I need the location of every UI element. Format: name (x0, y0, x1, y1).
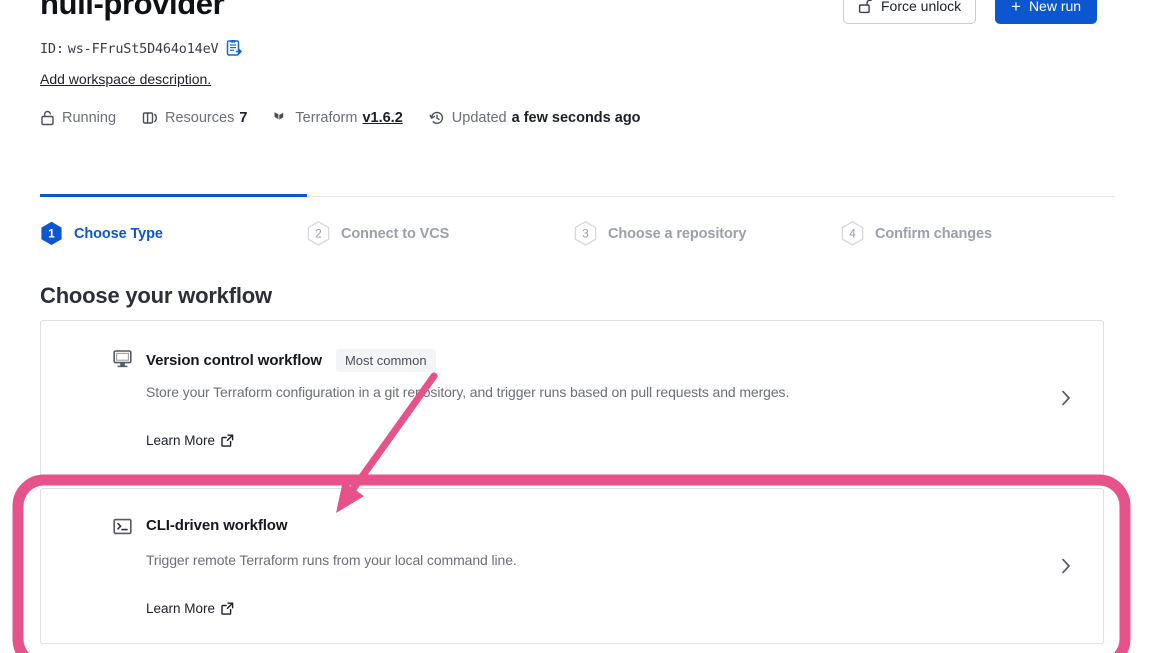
section-heading: Choose your workflow (40, 283, 272, 308)
force-unlock-button[interactable]: Force unlock (843, 0, 977, 24)
updated-value: a few seconds ago (511, 110, 641, 126)
external-link-icon (221, 434, 234, 447)
card-title: CLI-driven workflow (146, 517, 288, 534)
copy-icon[interactable] (226, 40, 243, 57)
resources-item: Resources 7 (142, 110, 247, 126)
resources-label: Resources (165, 110, 235, 126)
learn-more-link-version-control[interactable]: Learn More (146, 433, 234, 448)
unlock-icon (858, 0, 873, 14)
svg-text:2: 2 (315, 226, 322, 240)
learn-more-label: Learn More (146, 433, 216, 448)
svg-text:4: 4 (849, 226, 856, 240)
monitor-icon (113, 349, 132, 368)
chevron-right-icon[interactable] (1061, 558, 1071, 574)
status-badge: Running (40, 110, 116, 126)
step-1-label: Choose Type (74, 225, 163, 242)
status-text: Running (62, 110, 117, 126)
step-2-hexagon-icon: 2 (307, 221, 330, 246)
step-1-hexagon-icon: 1 (40, 221, 63, 246)
most-common-badge: Most common (335, 349, 436, 372)
resources-icon (142, 110, 158, 126)
plus-icon: + (1011, 0, 1021, 16)
svg-text:3: 3 (582, 226, 589, 240)
chevron-right-icon[interactable] (1061, 390, 1071, 406)
step-choose-type[interactable]: 1 Choose Type (40, 194, 307, 252)
step-3-hexagon-icon: 3 (574, 221, 597, 246)
workspace-id-value: ws-FFruSt5D464o14eV (67, 40, 219, 57)
step-3-label: Choose a repository (608, 225, 747, 242)
new-run-button[interactable]: + New run (995, 0, 1098, 24)
learn-more-label: Learn More (146, 601, 216, 616)
page-title: null-provider (40, 0, 225, 21)
terraform-logo-icon (273, 110, 288, 126)
terraform-label: Terraform (295, 110, 358, 126)
card-title: Version control workflow (146, 352, 322, 369)
new-run-label: New run (1028, 0, 1082, 14)
updated-label: Updated (451, 110, 507, 126)
step-4-label: Confirm changes (875, 225, 992, 242)
history-clock-icon (429, 110, 445, 126)
external-link-icon (221, 602, 234, 615)
lock-icon (40, 110, 55, 126)
updated-item: Updated a few seconds ago (429, 110, 641, 126)
workflow-card-cli-driven[interactable]: CLI-driven workflow Trigger remote Terra… (40, 488, 1104, 644)
step-2-label: Connect to VCS (341, 225, 450, 242)
step-4-hexagon-icon: 4 (841, 221, 864, 246)
step-connect-to-vcs[interactable]: 2 Connect to VCS (307, 197, 574, 252)
step-confirm-changes[interactable]: 4 Confirm changes (841, 197, 1108, 252)
resources-count: 7 (239, 110, 248, 126)
terminal-icon (113, 517, 132, 536)
workspace-id-row: ID: ws-FFruSt5D464o14eV (40, 40, 243, 57)
terraform-version-link[interactable]: v1.6.2 (362, 110, 402, 126)
workspace-id-label: ID: (40, 40, 64, 57)
force-unlock-label: Force unlock (881, 0, 962, 14)
card-header-cli-driven: CLI-driven workflow (146, 517, 288, 534)
learn-more-link-cli-driven[interactable]: Learn More (146, 601, 234, 616)
svg-text:1: 1 (48, 226, 55, 240)
step-choose-a-repository[interactable]: 3 Choose a repository (574, 197, 841, 252)
workspace-meta-row: Running Resources 7 Terraform v1.6.2 Upd… (40, 110, 641, 126)
workflow-card-version-control[interactable]: Version control workflow Most common Sto… (40, 320, 1104, 476)
card-header-version-control: Version control workflow Most common (146, 349, 436, 372)
card-description: Trigger remote Terraform runs from your … (146, 552, 517, 568)
workflow-stepper: 1 Choose Type 2 Connect to VCS 3 Choose … (40, 194, 1115, 252)
terraform-version-item: Terraform v1.6.2 (273, 110, 403, 126)
add-workspace-description-link[interactable]: Add workspace description. (40, 71, 211, 87)
card-description: Store your Terraform configuration in a … (146, 384, 790, 400)
workspace-page: null-provider ID: ws-FFruSt5D464o14eV Ad… (0, 0, 1155, 653)
